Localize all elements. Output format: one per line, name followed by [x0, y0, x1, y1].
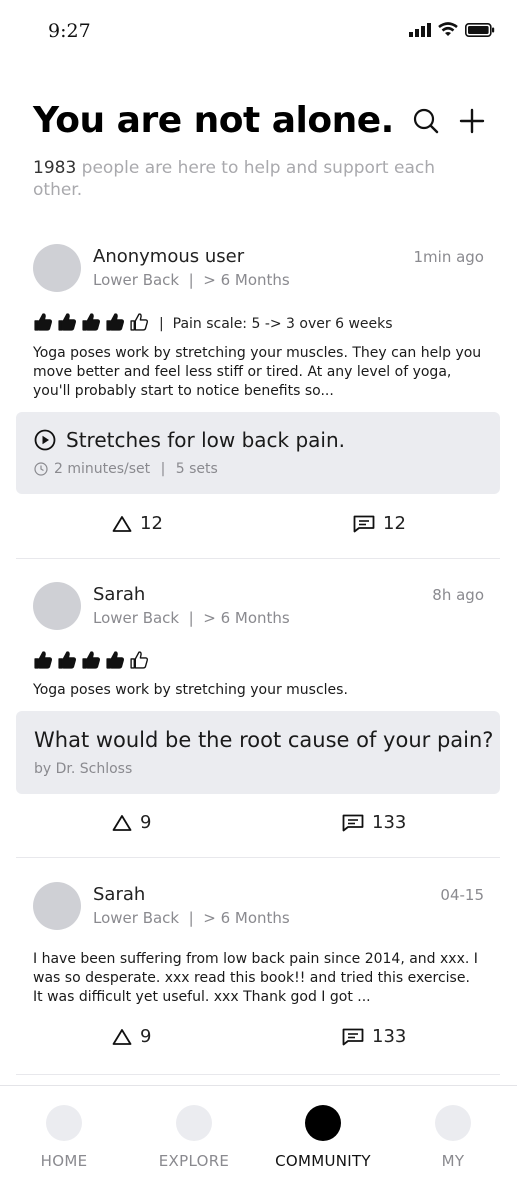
- home-icon: [46, 1105, 82, 1141]
- post-body: Yoga poses work by stretching your muscl…: [33, 345, 482, 399]
- thumbs-up-filled-icon: [106, 651, 125, 669]
- nav-community[interactable]: COMMUNITY: [273, 1086, 373, 1186]
- user-meta: Lower Back | > 6 Months: [93, 609, 290, 627]
- pain-scale: | Pain scale: 5 -> 3 over 6 weeks: [159, 315, 393, 332]
- thumbs-up-filled-icon: [82, 651, 101, 669]
- community-icon: [305, 1105, 341, 1141]
- divider: [16, 1074, 500, 1075]
- question-card[interactable]: What would be the root cause of your pai…: [16, 711, 500, 794]
- pain-area: Lower Back: [93, 909, 180, 927]
- card-author: by Dr. Schloss: [34, 761, 133, 777]
- card-title: Stretches for low back pain.: [34, 428, 345, 452]
- play-icon: [34, 429, 56, 451]
- post-time: 04-15: [440, 886, 484, 904]
- like-count: 9: [140, 812, 152, 833]
- wifi-icon: [438, 22, 458, 36]
- user-name[interactable]: Sarah: [93, 584, 145, 605]
- like-count: 9: [140, 1026, 152, 1047]
- user-name[interactable]: Anonymous user: [93, 246, 244, 267]
- post-actions: 12 12: [0, 513, 517, 543]
- like-button[interactable]: 12: [112, 513, 163, 534]
- post-actions: 9 133: [0, 812, 517, 842]
- thumbs-up-filled-icon: [58, 313, 77, 331]
- post-card[interactable]: Sarah Lower Back | > 6 Months 8h ago Yog…: [0, 578, 517, 860]
- post-time: 8h ago: [432, 586, 484, 604]
- page-title: You are not alone.: [33, 100, 394, 141]
- nav-label: EXPLORE: [158, 1152, 230, 1170]
- post-body: I have been suffering from low back pain…: [33, 951, 478, 1005]
- battery-icon: [465, 22, 495, 37]
- pain-area: Lower Back: [93, 609, 180, 627]
- exercise-card[interactable]: Stretches for low back pain. 2 minutes/s…: [16, 412, 500, 494]
- nav-home[interactable]: HOME: [14, 1086, 114, 1186]
- comment-icon: [342, 814, 364, 831]
- comment-count: 133: [372, 1026, 407, 1047]
- avatar[interactable]: [33, 882, 81, 930]
- thumbs-rating: [33, 312, 153, 335]
- thumbs-up-filled-icon: [82, 313, 101, 331]
- search-icon: [413, 108, 439, 134]
- explore-icon: [176, 1105, 212, 1141]
- user-meta: Lower Back | > 6 Months: [93, 909, 290, 927]
- signal-icon: [409, 22, 431, 37]
- search-button[interactable]: [411, 106, 441, 136]
- thumbs-up-outline-icon: [130, 313, 149, 331]
- thumbs-up-filled-icon: [34, 313, 53, 331]
- header-actions: [411, 106, 487, 136]
- comment-icon: [342, 1028, 364, 1045]
- nav-label: MY: [441, 1152, 465, 1170]
- thumbs-rating: [33, 650, 153, 673]
- nav-label: COMMUNITY: [275, 1152, 371, 1170]
- thumbs-up-filled-icon: [34, 651, 53, 669]
- comment-icon: [353, 515, 375, 532]
- comment-count: 133: [372, 812, 407, 833]
- nav-my[interactable]: MY: [403, 1086, 503, 1186]
- post-actions: 9 133: [0, 1026, 517, 1056]
- status-icons: [409, 22, 495, 37]
- comment-count: 12: [383, 513, 406, 534]
- rating: [33, 650, 153, 673]
- profile-icon: [435, 1105, 471, 1141]
- divider: [16, 857, 500, 858]
- triangle-icon: [112, 515, 132, 532]
- avatar[interactable]: [33, 244, 81, 292]
- post-body: Yoga poses work by stretching your muscl…: [33, 682, 348, 698]
- like-count: 12: [140, 513, 163, 534]
- rating: | Pain scale: 5 -> 3 over 6 weeks: [33, 312, 393, 335]
- card-meta: 2 minutes/set | 5 sets: [34, 461, 218, 477]
- card-title: What would be the root cause of your pai…: [34, 728, 494, 752]
- triangle-icon: [112, 814, 132, 831]
- post-card[interactable]: Anonymous user Lower Back | > 6 Months 1…: [0, 240, 517, 560]
- divider: [16, 558, 500, 559]
- status-time: 9:27: [48, 20, 91, 42]
- comment-button[interactable]: 133: [342, 1026, 406, 1047]
- pain-duration: > 6 Months: [203, 609, 290, 627]
- post-time: 1min ago: [413, 248, 485, 266]
- comment-button[interactable]: 12: [353, 513, 406, 534]
- like-button[interactable]: 9: [112, 1026, 151, 1047]
- user-name[interactable]: Sarah: [93, 884, 145, 905]
- bottom-nav: HOME EXPLORE COMMUNITY MY: [0, 1085, 517, 1200]
- thumbs-up-filled-icon: [58, 651, 77, 669]
- plus-icon: [459, 108, 485, 134]
- member-count: 1983: [33, 158, 77, 178]
- clock-icon: [34, 462, 48, 476]
- like-button[interactable]: 9: [112, 812, 151, 833]
- thumbs-up-filled-icon: [106, 313, 125, 331]
- add-post-button[interactable]: [457, 106, 487, 136]
- subtitle-text: people are here to help and support each…: [33, 158, 435, 200]
- nav-explore[interactable]: EXPLORE: [144, 1086, 244, 1186]
- status-bar: 9:27: [0, 0, 517, 60]
- pain-area: Lower Back: [93, 271, 180, 289]
- page-subtitle: 1983 people are here to help and support…: [33, 157, 473, 201]
- pain-duration: > 6 Months: [203, 271, 290, 289]
- nav-label: HOME: [40, 1152, 88, 1170]
- comment-button[interactable]: 133: [342, 812, 406, 833]
- pain-duration: > 6 Months: [203, 909, 290, 927]
- avatar[interactable]: [33, 582, 81, 630]
- thumbs-up-outline-icon: [130, 651, 149, 669]
- triangle-icon: [112, 1028, 132, 1045]
- user-meta: Lower Back | > 6 Months: [93, 271, 290, 289]
- post-card[interactable]: Sarah Lower Back | > 6 Months 04-15 I ha…: [0, 878, 517, 1078]
